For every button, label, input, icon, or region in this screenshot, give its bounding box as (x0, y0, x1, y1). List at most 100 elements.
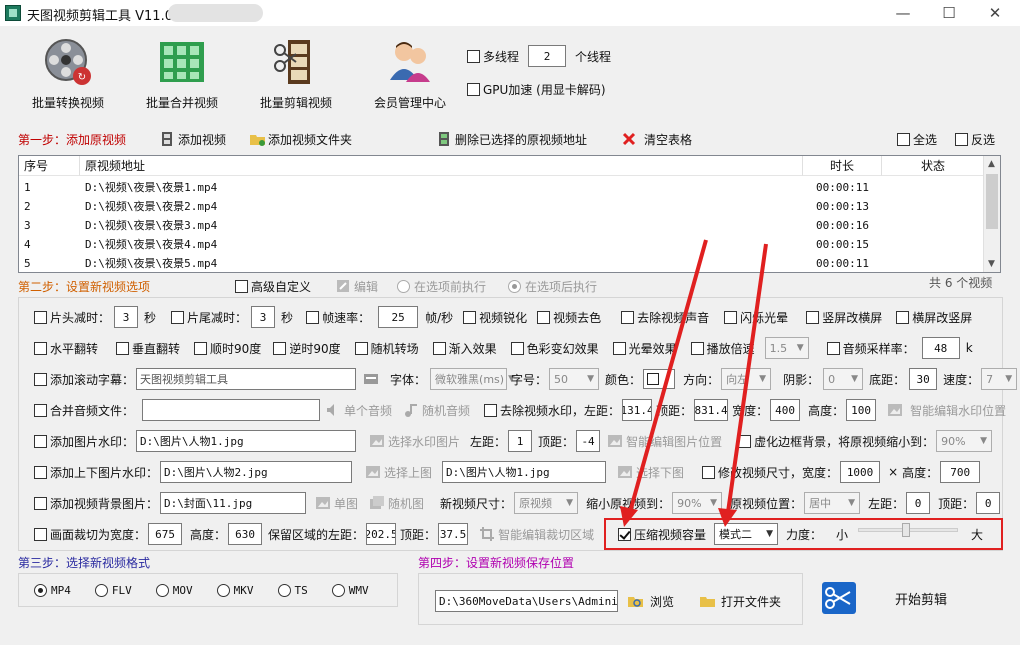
video-table[interactable]: 序号 原视频地址 时长 状态 1 D:\视频\夜景\夜景1.mp4 00:00:… (18, 155, 1001, 273)
open-folder-button[interactable]: 打开文件夹 (700, 593, 781, 610)
crop-height-input[interactable]: 630 (228, 523, 263, 545)
format-ts-radio[interactable] (277, 583, 291, 597)
add-folder-button[interactable]: 添加视频文件夹 (250, 127, 352, 151)
direction-select[interactable]: 向左 ▼ (721, 368, 772, 390)
bottom-input[interactable]: 30 (909, 368, 938, 390)
clear-table-button[interactable]: 清空表格 (622, 127, 692, 151)
select-top-button[interactable]: 选择上图 (366, 464, 432, 481)
close-button[interactable]: ✕ (972, 0, 1018, 26)
select-all-button[interactable]: 全选 (897, 127, 937, 151)
crop-width-input[interactable]: 675 (148, 523, 183, 545)
format-mov-radio[interactable] (155, 583, 169, 597)
scroll-speed-select[interactable]: 7 ▼ (981, 368, 1018, 390)
start-icon[interactable] (822, 582, 856, 614)
bg-top-input[interactable]: 0 (976, 492, 1001, 514)
select-bottom-button[interactable]: 选择下图 (618, 464, 684, 481)
format-mp4-option[interactable]: MP4 (34, 583, 71, 597)
position-select[interactable]: 居中 ▼ (804, 492, 861, 514)
format-mov-option[interactable]: MOV (155, 583, 193, 597)
scroll-down-icon[interactable]: ▼ (988, 259, 995, 269)
strength-slider-thumb[interactable] (902, 523, 910, 537)
gpu-option[interactable]: GPU加速 (用显卡解码) (467, 77, 606, 101)
format-wmv-option[interactable]: WMV (331, 583, 369, 597)
gpu-checkbox[interactable] (467, 82, 480, 96)
scroll-sub-checkbox[interactable] (34, 372, 47, 386)
smart-wm-button[interactable]: 智能编辑水印位置 (888, 402, 1006, 419)
thread-count-input[interactable]: 2 (528, 45, 567, 67)
v2h-checkbox[interactable] (806, 310, 820, 324)
color-picker[interactable] (643, 369, 676, 389)
text-edit-icon[interactable] (364, 372, 379, 386)
img-top-input[interactable]: -4 (576, 430, 601, 452)
batch-convert-button[interactable]: ↻ 批量转换视频 (18, 36, 118, 111)
smart-crop-button[interactable]: 智能编辑裁切区域 (480, 526, 594, 543)
bottom-img-input[interactable]: D:\图片\人物1.jpg (442, 461, 607, 483)
decolor-checkbox[interactable] (537, 310, 551, 324)
batch-merge-button[interactable]: 批量合并视频 (132, 36, 232, 111)
format-wmv-radio[interactable] (331, 583, 345, 597)
head-cut-input[interactable]: 3 (114, 306, 139, 328)
merge-audio-checkbox[interactable] (34, 403, 47, 417)
new-size-select[interactable]: 原视频 ▼ (514, 492, 579, 514)
blur-select[interactable]: 90% ▼ (936, 430, 993, 452)
tail-cut-checkbox[interactable] (171, 310, 185, 324)
table-row[interactable]: 2 D:\视频\夜景\夜景2.mp4 00:00:13 (19, 197, 985, 216)
speed-checkbox[interactable] (690, 341, 704, 355)
col-header-index[interactable]: 序号 (19, 156, 80, 176)
random-img-button[interactable]: 随机图 (370, 495, 424, 512)
invert-select-button[interactable]: 反选 (955, 127, 995, 151)
shrink-select[interactable]: 90% ▼ (672, 492, 723, 514)
format-mkv-option[interactable]: MKV (216, 583, 254, 597)
add-video-button[interactable]: 添加视频 (160, 127, 226, 151)
scroll-up-icon[interactable]: ▲ (988, 159, 995, 169)
vflip-checkbox[interactable] (116, 341, 130, 355)
rot-ccw90-checkbox[interactable] (273, 341, 287, 355)
keep-top-input[interactable]: 37.5 (438, 523, 469, 545)
format-mkv-radio[interactable] (216, 583, 230, 597)
rot90-checkbox[interactable] (194, 341, 208, 355)
single-img-button[interactable]: 单图 (316, 495, 358, 512)
browse-button[interactable]: 浏览 (628, 593, 674, 610)
after-option[interactable]: 在选项后执行 (508, 274, 597, 298)
wm-width-input[interactable]: 400 (770, 399, 801, 421)
table-row[interactable]: 3 D:\视频\夜景\夜景3.mp4 00:00:16 (19, 216, 985, 235)
font-select[interactable]: 微软雅黑(ms) ▼ (430, 368, 515, 390)
bg-img-input[interactable]: D:\封面\11.jpg (160, 492, 307, 514)
random-audio-button[interactable]: 随机音频 (404, 402, 470, 419)
color-change-checkbox[interactable] (510, 341, 524, 355)
fps-input[interactable]: 25 (378, 306, 419, 328)
smart-img-button[interactable]: 智能编辑图片位置 (608, 433, 722, 450)
speed-select[interactable]: 1.5 ▼ (764, 337, 809, 359)
tail-cut-input[interactable]: 3 (251, 306, 276, 328)
before-radio[interactable] (397, 279, 410, 293)
topbottom-checkbox[interactable] (34, 465, 47, 479)
fade-in-checkbox[interactable] (432, 341, 446, 355)
img-wm-input[interactable]: D:\图片\人物1.jpg (136, 430, 357, 452)
select-img-button[interactable]: 选择水印图片 (370, 433, 460, 450)
remove-audio-checkbox[interactable] (621, 310, 635, 324)
col-header-duration[interactable]: 时长 (803, 156, 882, 176)
delete-selected-button[interactable]: 删除已选择的原视频地址 (437, 127, 587, 151)
h2v-checkbox[interactable] (896, 310, 910, 324)
resize-checkbox[interactable] (702, 465, 716, 479)
compress-checkbox[interactable] (618, 527, 631, 541)
bg-img-checkbox[interactable] (34, 496, 47, 510)
merge-audio-input[interactable] (142, 399, 321, 421)
sample-rate-input[interactable]: 48 (921, 337, 960, 359)
format-ts-option[interactable]: TS (277, 583, 308, 597)
multithread-option[interactable]: 多线程 2 个线程 (467, 44, 611, 68)
maximize-button[interactable]: ☐ (926, 0, 972, 26)
random-transition-checkbox[interactable] (354, 341, 368, 355)
bg-left-input[interactable]: 0 (906, 492, 931, 514)
blur-border-checkbox[interactable] (738, 434, 752, 448)
multithread-checkbox[interactable] (467, 49, 480, 63)
advanced-checkbox[interactable] (235, 279, 248, 293)
remove-wm-checkbox[interactable] (484, 403, 498, 417)
col-header-status[interactable]: 状态 (882, 156, 985, 176)
resize-width-input[interactable]: 1000 (840, 461, 881, 483)
minimize-button[interactable]: — (880, 0, 926, 26)
scroll-thumb[interactable] (986, 174, 998, 229)
halo-checkbox[interactable] (612, 341, 626, 355)
shadow-select[interactable]: 0 ▼ (823, 368, 864, 390)
table-row[interactable]: 4 D:\视频\夜景\夜景4.mp4 00:00:15 (19, 235, 985, 254)
